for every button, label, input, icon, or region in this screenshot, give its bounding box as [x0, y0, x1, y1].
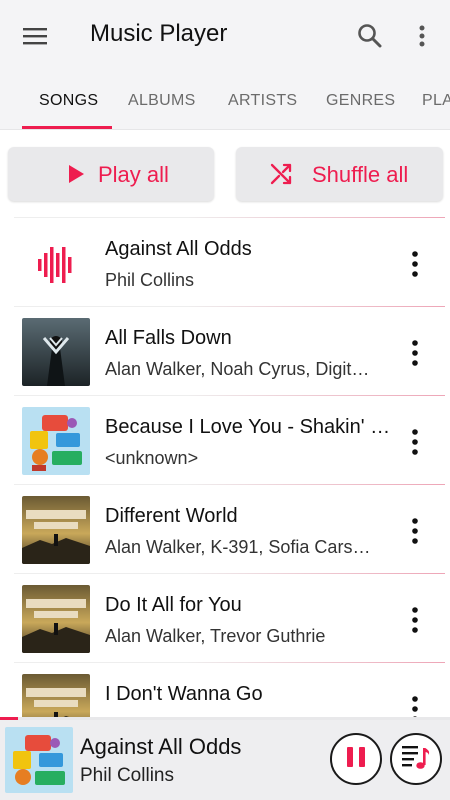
mini-player[interactable]: Against All Odds Phil Collins	[0, 720, 450, 800]
song-title: Against All Odds	[105, 238, 252, 260]
song-row[interactable]: Against All Odds Phil Collins	[14, 217, 445, 306]
song-artist: Phil Collins	[105, 270, 195, 290]
tab-artists[interactable]: ARTISTS	[228, 72, 297, 129]
song-row[interactable]: I Don't Wanna Go	[14, 662, 445, 717]
tab-albums[interactable]: ALBUMS	[128, 72, 196, 129]
app-bar: Music Player	[0, 0, 450, 72]
album-art-different-world	[22, 496, 90, 564]
song-title: All Falls Down	[105, 327, 232, 349]
song-more-icon[interactable]	[405, 337, 425, 369]
search-icon[interactable]	[355, 21, 385, 51]
shuffle-all-button[interactable]: Shuffle all	[236, 147, 443, 201]
song-row[interactable]: Because I Love You - Shakin' … <unknown>	[14, 395, 445, 484]
song-more-icon[interactable]	[405, 604, 425, 636]
play-icon	[66, 164, 86, 189]
play-all-label: Play all	[98, 162, 169, 187]
queue-button[interactable]	[390, 733, 442, 785]
now-playing-title: Against All Odds	[80, 734, 242, 759]
song-title: Different World	[105, 505, 238, 527]
active-tab-indicator	[22, 126, 112, 129]
song-more-icon[interactable]	[405, 248, 425, 280]
pause-icon	[345, 745, 367, 774]
song-row[interactable]: All Falls Down Alan Walker, Noah Cyrus, …	[14, 306, 445, 395]
song-more-icon[interactable]	[405, 426, 425, 458]
song-row[interactable]: Different World Alan Walker, K-391, Sofi…	[14, 484, 445, 573]
song-row[interactable]: Do It All for You Alan Walker, Trevor Gu…	[14, 573, 445, 662]
song-title: Do It All for You	[105, 594, 242, 616]
song-title: I Don't Wanna Go	[105, 683, 263, 705]
now-playing-artist: Phil Collins	[80, 765, 174, 786]
hamburger-menu-icon[interactable]	[20, 22, 50, 50]
tab-playlists[interactable]: PLA	[422, 72, 450, 129]
song-more-icon[interactable]	[405, 515, 425, 547]
now-playing-bars-icon	[22, 229, 90, 297]
song-title: Because I Love You - Shakin' …	[105, 416, 391, 438]
pause-button[interactable]	[330, 733, 382, 785]
album-art-colorful-collage	[22, 407, 90, 475]
play-all-button[interactable]: Play all	[8, 147, 214, 201]
album-art-dark-hooded-figure	[22, 318, 90, 386]
tab-songs[interactable]: SONGS	[39, 72, 98, 129]
playlist-queue-icon	[401, 743, 431, 776]
app-title: Music Player	[90, 20, 228, 47]
shuffle-all-label: Shuffle all	[312, 162, 409, 187]
more-vertical-icon[interactable]	[412, 21, 432, 51]
song-artist: Alan Walker, Noah Cyrus, Digit…	[105, 359, 370, 379]
song-list: Against All Odds Phil Collins All Falls …	[0, 217, 450, 717]
now-playing-album-art	[5, 727, 73, 793]
shuffle-icon	[269, 162, 293, 191]
song-artist: <unknown>	[105, 448, 199, 468]
song-artist: Alan Walker, Trevor Guthrie	[105, 626, 326, 646]
album-art-different-world	[22, 674, 90, 717]
tab-bar: SONGS ALBUMS ARTISTS GENRES PLA	[0, 72, 450, 130]
song-artist: Alan Walker, K-391, Sofia Cars…	[105, 537, 371, 557]
album-art-different-world	[22, 585, 90, 653]
tab-genres[interactable]: GENRES	[326, 72, 395, 129]
song-more-icon[interactable]	[405, 693, 425, 717]
